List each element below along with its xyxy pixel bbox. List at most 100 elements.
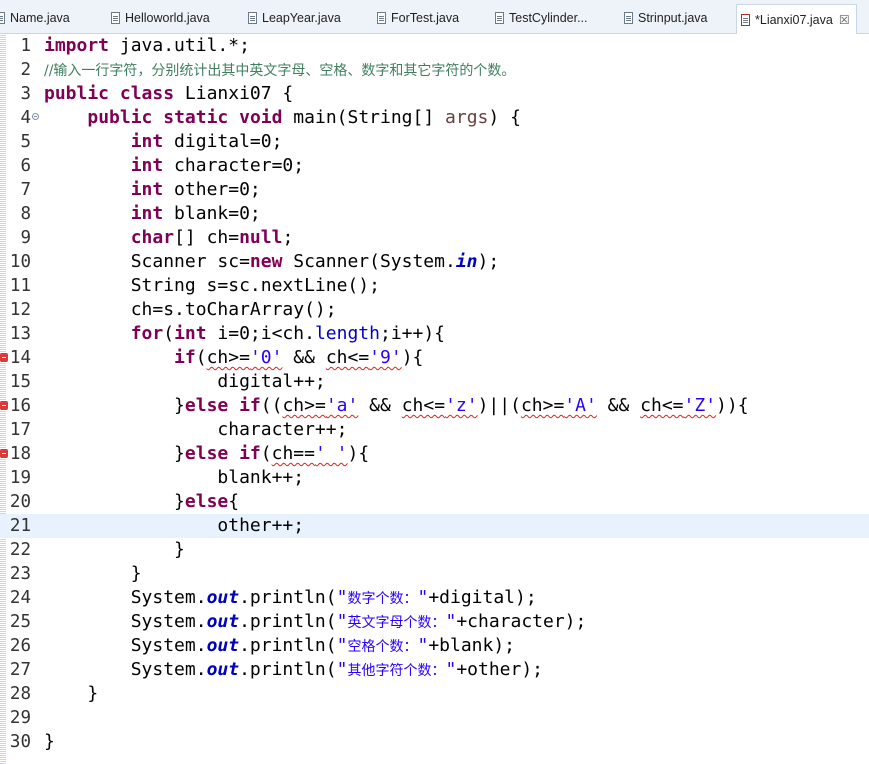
code-line[interactable]: 7 int other=0; [0, 178, 869, 202]
code-line[interactable]: 20 }else{ [0, 490, 869, 514]
line-number: 11 [9, 276, 31, 296]
editor-tab-bar: Name.java Helloworld.java LeapYear.java … [0, 0, 869, 34]
code-line[interactable]: 4 public static void main(String[] args)… [0, 106, 869, 130]
code-editor[interactable]: 1 import java.util.*; 2 //输入一行字符，分别统计出其中英文字… [0, 34, 869, 764]
code-line[interactable]: 6 int character=0; [0, 154, 869, 178]
line-number: 28 [9, 684, 31, 704]
code-line[interactable]: 3 public class Lianxi07 { [0, 82, 869, 106]
tab-testcylinder-java[interactable]: TestCylinder... [495, 6, 588, 30]
code-text[interactable]: System.out.println("数字个数："+digital); [44, 586, 537, 611]
code-line[interactable]: 29 [0, 706, 869, 730]
code-text[interactable]: if(ch>='0' && ch<='9'){ [44, 346, 423, 370]
line-number: 5 [20, 132, 31, 152]
line-number: 27 [9, 660, 31, 680]
code-text[interactable]: System.out.println("英文字母个数："+character); [44, 610, 587, 635]
code-text[interactable]: }else{ [44, 490, 239, 514]
code-line[interactable]: 9 char[] ch=null; [0, 226, 869, 250]
code-line[interactable]: 28 } [0, 682, 869, 706]
code-line[interactable]: 1 import java.util.*; [0, 34, 869, 58]
code-text[interactable]: ch=s.toCharArray(); [44, 298, 337, 322]
code-text[interactable]: public static void main(String[] args) { [44, 106, 521, 130]
java-file-icon [624, 12, 633, 24]
code-lines: 1 import java.util.*; 2 //输入一行字符，分别统计出其中英文字… [0, 34, 869, 754]
code-line[interactable]: 10 Scanner sc=new Scanner(System.in); [0, 250, 869, 274]
tab-fortest-java[interactable]: ForTest.java [377, 6, 459, 30]
code-line[interactable]: 27 System.out.println("其他字符个数："+other); [0, 658, 869, 682]
code-line[interactable]: 13 for(int i=0;i<ch.length;i++){ [0, 322, 869, 346]
code-line[interactable]: 8 int blank=0; [0, 202, 869, 226]
java-file-error-icon [741, 13, 750, 26]
line-number: 14 [9, 348, 31, 368]
line-number: 18 [9, 444, 31, 464]
code-text[interactable]: } [44, 562, 142, 586]
code-line[interactable]: 23 } [0, 562, 869, 586]
line-number: 22 [9, 540, 31, 560]
code-line[interactable]: 19 blank++; [0, 466, 869, 490]
tab-label: *Lianxi07.java [755, 12, 833, 27]
code-text[interactable]: character++; [44, 418, 347, 442]
code-line[interactable]: 5 int digital=0; [0, 130, 869, 154]
code-text[interactable]: import java.util.*; [44, 34, 250, 58]
code-line[interactable]: 25 System.out.println("英文字母个数："+characte… [0, 610, 869, 634]
fold-collapse-icon[interactable] [32, 113, 39, 120]
java-file-icon [0, 12, 5, 24]
code-line[interactable]: 17 character++; [0, 418, 869, 442]
code-text[interactable]: int character=0; [44, 154, 304, 178]
code-text[interactable]: System.out.println("其他字符个数："+other); [44, 658, 543, 683]
code-text[interactable]: } [44, 730, 55, 754]
code-text[interactable]: }else if((ch>='a' && ch<='z')||(ch>='A' … [44, 394, 749, 418]
line-number: 12 [9, 300, 31, 320]
code-line[interactable]: 18 }else if(ch==' '){ [0, 442, 869, 466]
code-text[interactable]: digital++; [44, 370, 325, 394]
tab-name-java[interactable]: Name.java [0, 6, 70, 30]
code-text[interactable]: //输入一行字符，分别统计出其中英文字母、空格、数字和其它字符的个数。 [44, 58, 515, 83]
line-number: 8 [20, 204, 31, 224]
tab-label: Helloworld.java [125, 11, 210, 25]
line-number: 30 [9, 732, 31, 752]
tab-label: TestCylinder... [509, 11, 588, 25]
code-line[interactable]: 16 }else if((ch>='a' && ch<='z')||(ch>='… [0, 394, 869, 418]
code-line[interactable]: 15 digital++; [0, 370, 869, 394]
tab-lianxi07-java[interactable]: *Lianxi07.java ☒ [736, 4, 857, 34]
line-number: 4 [20, 108, 31, 128]
code-text[interactable]: int other=0; [44, 178, 261, 202]
code-text[interactable]: int blank=0; [44, 202, 261, 226]
code-line[interactable]: 21 other++; [0, 514, 869, 538]
code-text[interactable]: other++; [44, 514, 304, 538]
line-number: 17 [9, 420, 31, 440]
code-text[interactable]: blank++; [44, 466, 304, 490]
tab-leapyear-java[interactable]: LeapYear.java [248, 6, 341, 30]
line-number: 7 [20, 180, 31, 200]
code-text[interactable]: } [44, 538, 185, 562]
line-number: 10 [9, 252, 31, 272]
code-line[interactable]: 14 if(ch>='0' && ch<='9'){ [0, 346, 869, 370]
code-line[interactable]: 26 System.out.println("空格个数："+blank); [0, 634, 869, 658]
code-line[interactable]: 2 //输入一行字符，分别统计出其中英文字母、空格、数字和其它字符的个数。 [0, 58, 869, 82]
line-number: 6 [20, 156, 31, 176]
tab-label: Name.java [10, 11, 70, 25]
code-text[interactable]: for(int i=0;i<ch.length;i++){ [44, 322, 445, 346]
line-number: 29 [9, 708, 31, 728]
close-tab-icon[interactable]: ☒ [839, 13, 850, 27]
line-number: 21 [9, 516, 31, 536]
line-number: 26 [9, 636, 31, 656]
code-text[interactable]: }else if(ch==' '){ [44, 442, 369, 466]
code-text[interactable]: int digital=0; [44, 130, 283, 154]
code-line[interactable]: 11 String s=sc.nextLine(); [0, 274, 869, 298]
code-text[interactable]: System.out.println("空格个数："+blank); [44, 634, 515, 659]
tab-strinput-java[interactable]: Strinput.java [624, 6, 707, 30]
code-line[interactable]: 30} [0, 730, 869, 754]
code-text[interactable]: Scanner sc=new Scanner(System.in); [44, 250, 500, 274]
code-text[interactable]: String s=sc.nextLine(); [44, 274, 380, 298]
tab-helloworld-java[interactable]: Helloworld.java [111, 6, 210, 30]
code-text[interactable]: } [44, 682, 98, 706]
line-number: 19 [9, 468, 31, 488]
line-number: 13 [9, 324, 31, 344]
line-number: 24 [9, 588, 31, 608]
code-line[interactable]: 22 } [0, 538, 869, 562]
code-text[interactable]: public class Lianxi07 { [44, 82, 293, 106]
line-number: 9 [20, 228, 31, 248]
code-line[interactable]: 24 System.out.println("数字个数："+digital); [0, 586, 869, 610]
code-line[interactable]: 12 ch=s.toCharArray(); [0, 298, 869, 322]
code-text[interactable]: char[] ch=null; [44, 226, 294, 250]
